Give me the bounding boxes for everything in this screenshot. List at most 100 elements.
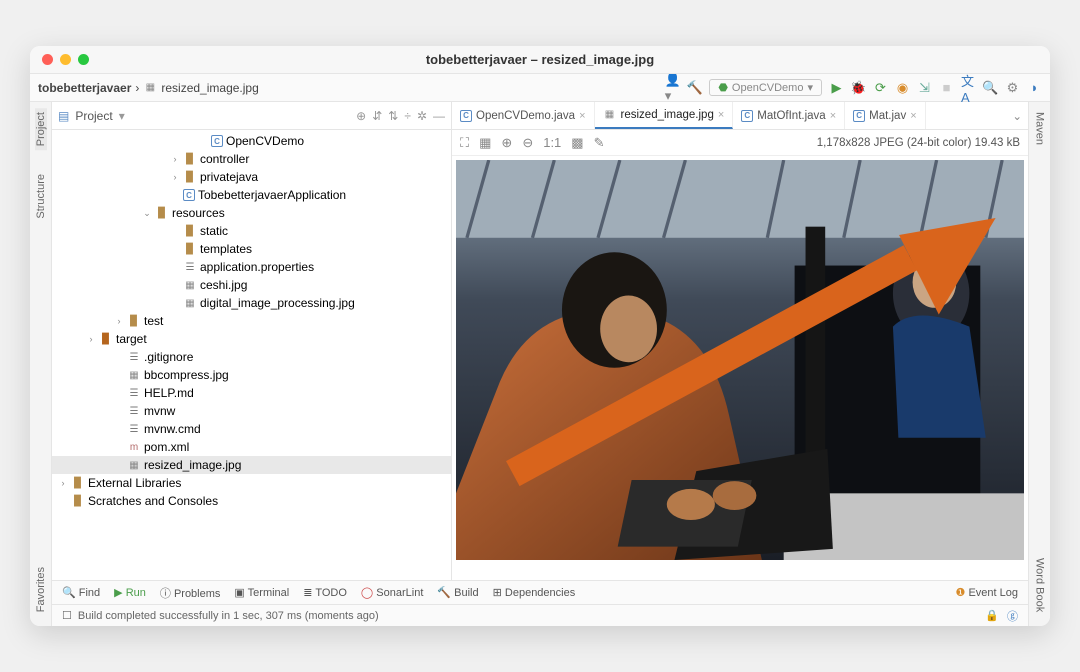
xml-icon: m xyxy=(127,440,141,454)
tree-node[interactable]: ›▉test xyxy=(52,312,451,330)
tree-label: pom.xml xyxy=(144,440,189,454)
sidebar-tab-structure[interactable]: Structure xyxy=(35,170,47,223)
image-icon xyxy=(143,81,157,95)
tool-event-log[interactable]: ❶ Event Log xyxy=(956,586,1018,599)
breadcrumb[interactable]: tobebetterjavaer › resized_image.jpg xyxy=(38,81,259,95)
tree-node[interactable]: ›▉controller xyxy=(52,150,451,168)
zoom-in-icon[interactable]: ⊕ xyxy=(501,135,512,151)
tree-node[interactable]: mpom.xml xyxy=(52,438,451,456)
tool-todo[interactable]: ≣ TODO xyxy=(303,586,347,599)
settings-icon[interactable]: ✲ xyxy=(417,109,427,123)
editor-tab[interactable]: CMatOfInt.java× xyxy=(733,102,845,129)
project-title[interactable]: Project xyxy=(75,109,112,123)
user-icon[interactable]: 👤▾ xyxy=(665,80,680,95)
bottom-toolbar: 🔍 Find ▶ Run ⓘ Problems ▣ Terminal ≣ TOD… xyxy=(52,580,1028,604)
close-tab-icon[interactable]: × xyxy=(910,110,916,122)
checker-icon[interactable]: ▩ xyxy=(571,135,583,151)
tree-toggle-icon[interactable]: › xyxy=(170,172,180,182)
tool-terminal[interactable]: ▣ Terminal xyxy=(234,586,289,599)
tree-node[interactable]: ⌄▉resources xyxy=(52,204,451,222)
goto-icon[interactable]: ⓖ xyxy=(1007,608,1018,624)
translate-icon[interactable]: 文A xyxy=(961,80,976,95)
tree-label: Scratches and Consoles xyxy=(88,494,218,508)
tree-label: bbcompress.jpg xyxy=(144,368,229,382)
tree-label: application.properties xyxy=(200,260,314,274)
breadcrumb-root[interactable]: tobebetterjavaer xyxy=(38,81,131,95)
eyedropper-icon[interactable]: ✎ xyxy=(594,135,605,151)
zoom-fit-icon[interactable]: 1:1 xyxy=(543,135,561,150)
java-icon: C xyxy=(853,110,865,122)
tree-toggle-icon[interactable]: › xyxy=(58,478,68,488)
breadcrumb-file[interactable]: resized_image.jpg xyxy=(161,81,258,95)
tree-toggle-icon[interactable]: › xyxy=(170,154,180,164)
tree-node[interactable]: ›▉privatejava xyxy=(52,168,451,186)
hammer-icon[interactable]: 🔨 xyxy=(687,80,702,95)
sidebar-tab-favorites[interactable]: Favorites xyxy=(35,563,47,616)
tree-node[interactable]: CTobebetterjavaerApplication xyxy=(52,186,451,204)
java-icon: C xyxy=(211,135,223,147)
tree-toggle-icon[interactable]: › xyxy=(86,334,96,344)
tree-node[interactable]: digital_image_processing.jpg xyxy=(52,294,451,312)
tree-node[interactable]: ☰application.properties xyxy=(52,258,451,276)
hide-icon[interactable]: — xyxy=(433,109,445,123)
shield-icon[interactable]: ◗ xyxy=(1027,80,1042,95)
sidebar-tab-project[interactable]: Project xyxy=(35,108,47,150)
tree-toggle-icon[interactable]: › xyxy=(114,316,124,326)
attach-icon[interactable]: ⇲ xyxy=(917,80,932,95)
locate-icon[interactable]: ⊕ xyxy=(356,109,366,123)
tool-sonarlint[interactable]: ◯ SonarLint xyxy=(361,586,423,599)
tree-node[interactable]: ☰.gitignore xyxy=(52,348,451,366)
tree-label: mvnw.cmd xyxy=(144,422,201,436)
tree-node[interactable]: bbcompress.jpg xyxy=(52,366,451,384)
tree-toggle-icon[interactable]: ⌄ xyxy=(142,208,152,219)
close-tab-icon[interactable]: × xyxy=(718,109,724,121)
more-tabs-icon[interactable]: ⌄ xyxy=(1006,109,1028,123)
editor-tab[interactable]: resized_image.jpg× xyxy=(595,102,734,129)
editor-tab[interactable]: CMat.jav× xyxy=(845,102,926,129)
image-viewer[interactable] xyxy=(452,156,1028,580)
expand-icon[interactable]: ⇵ xyxy=(372,109,382,123)
expand-full-icon[interactable]: ⛶ xyxy=(460,135,469,151)
debug-icon[interactable]: 🐞 xyxy=(851,80,866,95)
tree-node[interactable]: ☰mvnw.cmd xyxy=(52,420,451,438)
tree-node[interactable]: ▉templates xyxy=(52,240,451,258)
file-icon: ☰ xyxy=(127,386,141,400)
maximize-icon[interactable] xyxy=(78,54,89,65)
coverage-icon[interactable]: ⟳ xyxy=(873,80,888,95)
tree-node[interactable]: ›▉target xyxy=(52,330,451,348)
tree-node[interactable]: ☰mvnw xyxy=(52,402,451,420)
project-tree[interactable]: COpenCVDemo›▉controller›▉privatejavaCTob… xyxy=(52,130,451,580)
collapse-icon[interactable]: ⇅ xyxy=(388,109,398,123)
profile-icon[interactable]: ◉ xyxy=(895,80,910,95)
tree-node[interactable]: ▉static xyxy=(52,222,451,240)
minimize-icon[interactable] xyxy=(60,54,71,65)
stop-icon[interactable]: ■ xyxy=(939,80,954,95)
close-tab-icon[interactable]: × xyxy=(830,110,836,122)
close-icon[interactable] xyxy=(42,54,53,65)
search-icon[interactable]: 🔍 xyxy=(983,80,998,95)
tree-node[interactable]: ›▉External Libraries xyxy=(52,474,451,492)
sidebar-tab-wordbook[interactable]: Word Book xyxy=(1034,554,1046,616)
tool-find[interactable]: 🔍 Find xyxy=(62,586,100,599)
run-config-label: OpenCVDemo xyxy=(732,82,804,94)
tree-node[interactable]: COpenCVDemo xyxy=(52,132,451,150)
sidebar-tab-maven[interactable]: Maven xyxy=(1034,108,1046,149)
close-tab-icon[interactable]: × xyxy=(579,110,585,122)
editor-tab[interactable]: COpenCVDemo.java× xyxy=(452,102,595,129)
tree-node[interactable]: resized_image.jpg xyxy=(52,456,451,474)
gear-icon[interactable]: ⚙ xyxy=(1005,80,1020,95)
run-config-selector[interactable]: ⬣OpenCVDemo▾ xyxy=(709,79,822,96)
grid-icon[interactable]: ▦ xyxy=(479,135,491,151)
tool-run[interactable]: ▶ Run xyxy=(114,586,146,599)
tool-problems[interactable]: ⓘ Problems xyxy=(160,585,221,601)
divide-icon[interactable]: ÷ xyxy=(404,109,411,123)
fold-icon: ▉ xyxy=(183,170,197,184)
tree-node[interactable]: ceshi.jpg xyxy=(52,276,451,294)
run-icon[interactable]: ▶ xyxy=(829,80,844,95)
zoom-out-icon[interactable]: ⊖ xyxy=(522,135,533,151)
tool-build[interactable]: 🔨 Build xyxy=(437,586,478,599)
tree-node[interactable]: ☰HELP.md xyxy=(52,384,451,402)
tool-dependencies[interactable]: ⊞ Dependencies xyxy=(493,586,576,599)
lock-icon[interactable]: 🔒 xyxy=(985,609,999,622)
tree-node[interactable]: ▉Scratches and Consoles xyxy=(52,492,451,510)
